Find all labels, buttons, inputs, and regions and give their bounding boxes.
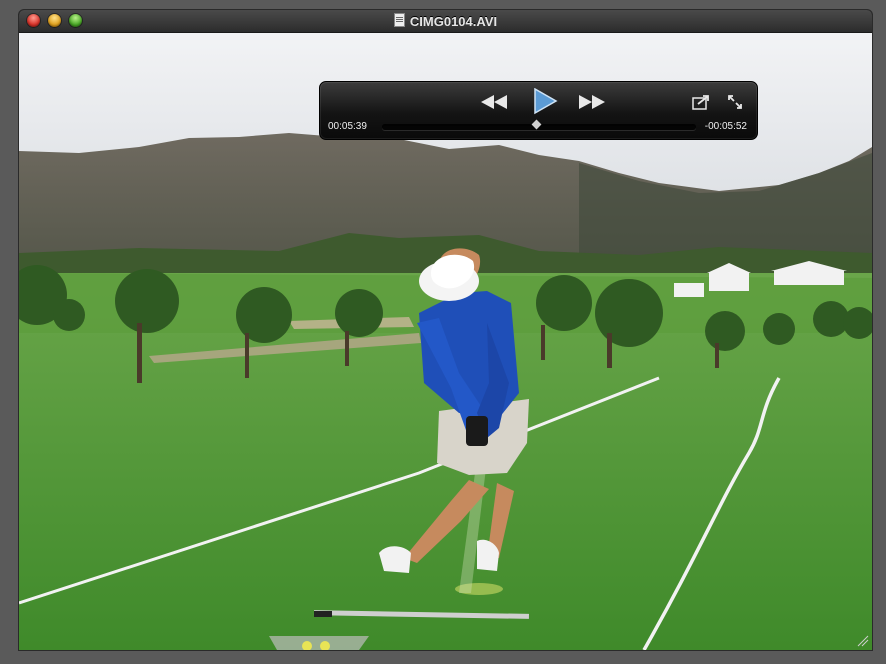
- fast-forward-icon[interactable]: [578, 94, 606, 110]
- play-icon[interactable]: [532, 88, 558, 115]
- scrubber-playhead[interactable]: [531, 119, 542, 130]
- ball-basket: [269, 636, 369, 650]
- current-time: 00:05:39: [328, 121, 367, 132]
- fullscreen-icon[interactable]: [727, 94, 743, 110]
- remaining-time: -00:05:52: [704, 121, 747, 132]
- window-title-text: CIMG0104.AVI: [409, 14, 498, 29]
- title-bar[interactable]: CIMG0104.AVI: [19, 10, 872, 33]
- scrubber-track[interactable]: [382, 119, 696, 130]
- stick-grip: [314, 611, 332, 617]
- document-icon: [393, 13, 405, 27]
- player-window: CIMG0104.AVI 00:05:39 -00:05:52: [19, 10, 872, 650]
- window-title: CIMG0104.AVI: [19, 13, 872, 29]
- rewind-icon[interactable]: [480, 94, 508, 110]
- video-frame[interactable]: 00:05:39 -00:05:52: [19, 33, 872, 650]
- playback-controls[interactable]: 00:05:39 -00:05:52: [319, 81, 758, 140]
- share-icon[interactable]: [692, 94, 710, 110]
